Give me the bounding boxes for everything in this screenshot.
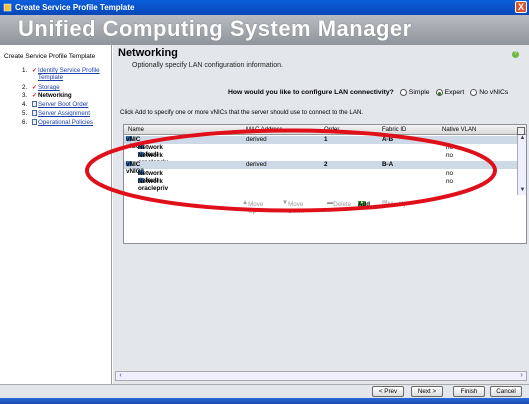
close-button[interactable]: X <box>515 1 527 13</box>
delete-label: Delete <box>333 201 352 208</box>
question-label: How would you like to configure LAN conn… <box>228 89 394 96</box>
step-number: 2. <box>22 84 28 91</box>
app-icon <box>3 3 12 12</box>
os-taskbar <box>0 398 529 404</box>
radio-simple[interactable]: Simple <box>399 89 430 96</box>
horizontal-scrollbar[interactable]: ‹ › <box>115 371 527 381</box>
move-up-button[interactable]: ▲ Move Up <box>242 199 263 215</box>
modify-label: Modify <box>387 201 407 208</box>
row-fabric: A-B <box>382 136 394 143</box>
step-identify[interactable]: 1. ✓ Identify Service Profile Template <box>22 67 102 81</box>
radio-label: No vNICs <box>479 89 509 96</box>
step-boot-order[interactable]: 4. Server Boot Order <box>22 101 88 108</box>
radio-expert[interactable]: Expert <box>435 89 465 96</box>
table-row[interactable]: Network oraclepriv no <box>124 178 518 192</box>
column-chooser-icon[interactable] <box>517 127 525 135</box>
step-link-server-assignment[interactable]: Server Assignment <box>38 110 90 117</box>
table-row[interactable]: Network oraclepriv no <box>124 152 518 166</box>
radio-no-vnics[interactable]: No vNICs <box>470 89 508 96</box>
modify-button[interactable]: ▤ Modify <box>382 199 406 208</box>
banner: Unified Computing System Manager <box>0 15 529 45</box>
move-down-label: Move Down <box>288 201 304 215</box>
radio-circle[interactable] <box>470 89 478 96</box>
radio-label: Expert <box>444 89 465 96</box>
radio-circle[interactable] <box>399 89 407 96</box>
step-link-identify[interactable]: Identify Service Profile Template <box>38 67 102 81</box>
page-icon <box>32 101 37 107</box>
scroll-down-icon[interactable]: ▼ <box>518 187 526 195</box>
lan-config-question: How would you like to configure LAN conn… <box>228 89 508 96</box>
step-link-operational-policies[interactable]: Operational Policies <box>38 119 93 126</box>
delete-button[interactable]: ▬ Delete <box>327 199 351 208</box>
row-name: Network oraclepriv <box>138 178 169 192</box>
page-subtitle: Optionally specify LAN configuration inf… <box>132 62 283 69</box>
window-title: Create Service Profile Template <box>15 3 135 12</box>
window-titlebar: Create Service Profile Template X <box>0 0 529 15</box>
table-row[interactable]: Network default no <box>124 170 518 184</box>
step-networking[interactable]: 3. ✓ Networking <box>22 92 72 99</box>
row-order: 1 <box>324 136 328 143</box>
scroll-left-icon[interactable]: ‹ <box>116 372 125 380</box>
step-server-assignment[interactable]: 5. Server Assignment <box>22 110 90 117</box>
cancel-button[interactable]: Cancel <box>490 386 522 397</box>
step-link-storage[interactable]: Storage <box>38 84 60 91</box>
table-header: Name MAC Address Order Fabric ID Native … <box>124 125 526 135</box>
radio-label: Simple <box>408 89 430 96</box>
step-number: 5. <box>22 110 28 117</box>
table-row[interactable]: ⊟vNIC vNIC2 derived 2 B-A <box>124 161 518 175</box>
col-name[interactable]: Name <box>128 127 144 133</box>
move-up-label: Move Up <box>248 201 264 215</box>
table-row[interactable]: Network default no <box>124 144 518 158</box>
row-order: 2 <box>324 161 328 168</box>
wizard-footer <box>0 384 529 398</box>
step-operational-policies[interactable]: 6. Operational Policies <box>22 119 93 126</box>
col-fabric[interactable]: Fabric ID <box>382 127 406 133</box>
page-icon <box>32 119 37 125</box>
table-toolbar: ▲ Move Up ▼ Move Down ▬ Delete + Add ▤ Mo… <box>124 197 526 215</box>
col-order[interactable]: Order <box>324 127 339 133</box>
vertical-scrollbar[interactable]: ▲ ▼ <box>517 135 526 195</box>
row-mac: derived <box>246 136 267 143</box>
page-title: Networking <box>118 47 178 59</box>
step-number: 6. <box>22 119 28 126</box>
instruction-text: Click Add to specify one or more vNICs t… <box>120 109 364 116</box>
row-vlan: no <box>446 144 454 151</box>
col-mac[interactable]: MAC Address <box>246 127 283 133</box>
move-down-button[interactable]: ▼ Move Down <box>282 199 304 215</box>
wizard-header: Create Service Profile Template <box>4 53 96 60</box>
help-icon[interactable]: ? <box>512 51 519 58</box>
main-panel: Networking Optionally specify LAN config… <box>113 45 529 384</box>
wizard-steps-panel: Create Service Profile Template 1. ✓ Ide… <box>0 45 112 384</box>
scroll-right-icon[interactable]: › <box>517 372 526 380</box>
step-number: 3. <box>22 92 28 99</box>
row-vlan: no <box>446 152 454 159</box>
step-link-boot-order[interactable]: Server Boot Order <box>38 101 88 108</box>
col-native-vlan[interactable]: Native VLAN <box>442 127 476 133</box>
row-vlan: no <box>446 170 454 177</box>
row-mac: derived <box>246 161 267 168</box>
scroll-up-icon[interactable]: ▲ <box>518 135 526 143</box>
prev-button[interactable]: < Prev <box>372 386 404 397</box>
add-label: Add <box>358 201 371 208</box>
finish-button[interactable]: Finish <box>453 386 485 397</box>
row-vlan: no <box>446 178 454 185</box>
step-link-networking[interactable]: Networking <box>38 92 72 99</box>
step-number: 1. <box>22 67 28 74</box>
row-fabric: B-A <box>382 161 394 168</box>
page-icon <box>32 110 37 116</box>
app-title: Unified Computing System Manager <box>18 16 412 41</box>
step-storage[interactable]: 2. ✓ Storage <box>22 84 60 91</box>
radio-circle-selected[interactable] <box>435 89 443 96</box>
step-number: 4. <box>22 101 28 108</box>
vnic-table: Name MAC Address Order Fabric ID Native … <box>123 124 527 244</box>
next-button[interactable]: Next > <box>411 386 443 397</box>
table-row[interactable]: ⊟vNIC vNIC1 derived 1 A-B <box>124 136 518 150</box>
